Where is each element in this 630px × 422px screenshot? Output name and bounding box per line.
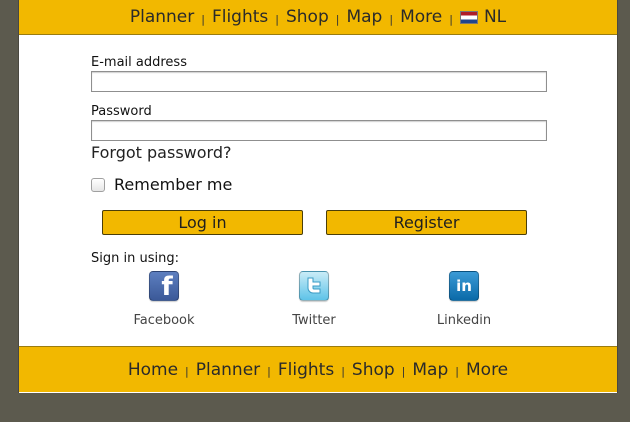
footer-more-link[interactable]: More — [466, 360, 508, 380]
linkedin-icon: in — [449, 271, 479, 301]
facebook-label: Facebook — [133, 313, 195, 328]
nav-separator: | — [185, 365, 189, 378]
nav-separator: | — [449, 12, 453, 26]
email-field[interactable] — [91, 71, 547, 92]
facebook-icon: f — [149, 271, 179, 301]
footer-shop-link[interactable]: Shop — [352, 360, 395, 380]
nav-shop-link[interactable]: Shop — [286, 7, 329, 27]
nav-flights-link[interactable]: Flights — [212, 7, 268, 27]
twitter-signin[interactable]: Twitter — [259, 271, 369, 328]
footer-planner-link[interactable]: Planner — [196, 360, 260, 380]
top-nav-bar: Planner | Flights | Shop | Map | More | … — [19, 0, 617, 35]
remember-me-checkbox[interactable] — [91, 177, 105, 192]
bottom-nav-bar: Home | Planner | Flights | Shop | Map | … — [19, 346, 617, 392]
password-field[interactable] — [91, 120, 547, 141]
forgot-password-link[interactable]: Forgot password? — [91, 143, 231, 162]
linkedin-signin[interactable]: in Linkedin — [409, 271, 519, 328]
remember-me-label: Remember me — [114, 175, 233, 194]
nav-more-link[interactable]: More — [400, 7, 442, 27]
language-switcher[interactable]: NL — [459, 7, 507, 27]
footer-home-link[interactable]: Home — [128, 360, 178, 380]
nav-separator: | — [389, 12, 394, 26]
twitter-icon — [299, 271, 329, 301]
nav-separator: | — [275, 12, 279, 26]
nav-separator: | — [401, 365, 406, 378]
language-code: NL — [483, 7, 507, 27]
facebook-signin[interactable]: f Facebook — [109, 271, 219, 328]
footer-map-link[interactable]: Map — [412, 360, 448, 380]
nav-planner-link[interactable]: Planner — [130, 7, 194, 27]
remember-me-row: Remember me — [91, 175, 232, 194]
sign-in-using-label: Sign in using: — [91, 251, 179, 266]
linkedin-label: Linkedin — [436, 313, 492, 328]
nav-separator: | — [455, 365, 459, 378]
nav-separator: | — [267, 365, 271, 378]
password-label: Password — [91, 104, 152, 119]
netherlands-flag-icon — [459, 10, 478, 24]
twitter-label: Twitter — [292, 313, 336, 328]
nav-separator: | — [201, 12, 205, 26]
nav-separator: | — [335, 12, 340, 26]
register-button[interactable]: Register — [326, 210, 527, 235]
footer-flights-link[interactable]: Flights — [278, 360, 334, 380]
login-button[interactable]: Log in — [102, 210, 303, 235]
page-container: Planner | Flights | Shop | Map | More | … — [18, 0, 618, 393]
nav-separator: | — [341, 365, 345, 378]
email-label: E-mail address — [91, 55, 187, 70]
nav-map-link[interactable]: Map — [346, 7, 382, 27]
